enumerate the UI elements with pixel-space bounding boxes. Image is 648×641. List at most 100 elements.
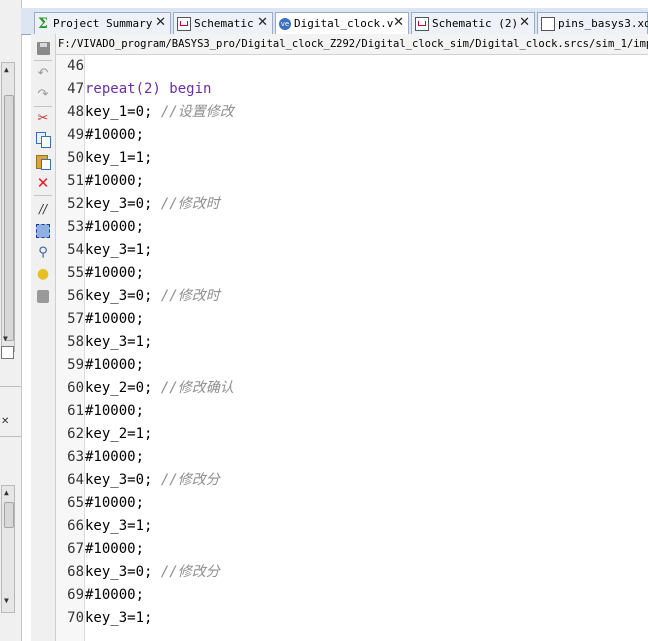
code-line[interactable]: 70 key_3=1; [56, 607, 648, 630]
code-line[interactable]: 66 key_3=1; [56, 515, 648, 538]
code-text: key_1=0; //设置修改 [85, 101, 234, 124]
code-text: key_3=1; [85, 331, 152, 354]
left-panel-scrollbar-2[interactable]: ▲ ▼ [1, 485, 15, 613]
code-line[interactable]: 58 key_3=1; [56, 331, 648, 354]
restore-icon[interactable] [1, 346, 14, 359]
code-text: key_1=1; [85, 147, 152, 170]
insert-template-icon[interactable] [35, 288, 51, 304]
code-text: key_3=1; [85, 239, 152, 262]
code-text: repeat(2) begin [85, 78, 211, 101]
code-statement: #10000; [85, 219, 145, 235]
code-text: #10000; [85, 216, 144, 239]
code-keyword: repeat(2) begin [85, 81, 212, 97]
scrollbar-thumb[interactable] [4, 95, 14, 341]
close-tab-icon[interactable]: ✕ [257, 15, 268, 30]
tab-label: pins_basys3.xdc [558, 17, 648, 30]
code-statement: #10000; [85, 311, 145, 327]
line-number: 61 [67, 403, 84, 419]
line-number: 58 [67, 334, 84, 350]
file-path-bar: F:/VIVADO_program/BASYS3_pro/Digital_clo… [56, 34, 648, 55]
line-number: 64 [67, 472, 84, 488]
editor-tab-bar: Σ Project Summary ✕ Schematic ✕ ve Digit… [21, 8, 648, 35]
code-line[interactable]: 48 key_1=0; //设置修改 [56, 101, 648, 124]
scroll-up-icon[interactable]: ▲ [4, 65, 9, 75]
tab-label: Digital_clock.v [294, 17, 394, 30]
cut-icon[interactable]: ✂ [35, 110, 51, 126]
redo-icon[interactable]: ↷ [35, 86, 51, 102]
code-line[interactable]: 52 key_3=0; //修改时 [56, 193, 648, 216]
scroll-down-icon[interactable]: ▼ [3, 334, 8, 344]
left-panel-scrollbar[interactable]: ▲ [1, 62, 15, 352]
select-all-icon[interactable] [35, 223, 51, 239]
line-number: 68 [67, 564, 84, 580]
close-tab-icon[interactable]: ✕ [393, 15, 404, 30]
line-number: 63 [67, 449, 84, 465]
copy-icon[interactable] [35, 131, 51, 148]
code-line[interactable]: 64 key_3=0; //修改分 [56, 469, 648, 492]
tab-label: Schematic [194, 17, 254, 30]
code-line[interactable]: 59 #10000; [56, 354, 648, 377]
code-comment: //修改时 [160, 196, 220, 212]
scroll-up-icon[interactable]: ▲ [4, 488, 9, 498]
tab-project-summary[interactable]: Σ Project Summary ✕ [34, 12, 171, 34]
save-icon[interactable] [35, 40, 51, 56]
find-icon[interactable]: ⚲ [35, 244, 51, 260]
tab-schematic-2[interactable]: Schematic (2) ✕ [411, 12, 535, 34]
code-line[interactable]: 68 key_3=0; //修改分 [56, 561, 648, 584]
undo-icon[interactable]: ↶ [35, 65, 51, 81]
code-editor[interactable]: 46 47 repeat(2) begin 48 key_1=0; //设置修改 49 #1… [56, 55, 648, 641]
code-line[interactable]: 69 #10000; [56, 584, 648, 607]
code-statement: key_3=1; [85, 518, 153, 534]
code-text: key_3=0; //修改时 [85, 285, 220, 308]
code-line[interactable]: 50 key_1=1; [56, 147, 648, 170]
code-line[interactable]: 61 #10000; [56, 400, 648, 423]
toolbar-separator [34, 195, 52, 196]
scroll-down-icon[interactable]: ▼ [4, 596, 9, 606]
verilog-file-icon: ve [279, 17, 291, 30]
comment-icon[interactable]: // [35, 201, 51, 217]
code-line[interactable]: 56 key_3=0; //修改时 [56, 285, 648, 308]
paste-icon[interactable] [35, 153, 51, 170]
code-comment: //修改分 [160, 472, 220, 488]
code-line[interactable]: 60 key_2=0; //修改确认 [56, 377, 648, 400]
code-line[interactable]: 51 #10000; [56, 170, 648, 193]
close-icon[interactable]: ✕ [1, 416, 9, 427]
code-text: #10000; [85, 354, 144, 377]
code-statement: #10000; [85, 495, 145, 511]
toolbar-separator [34, 106, 52, 107]
code-statement: #10000; [85, 403, 145, 419]
line-number: 54 [67, 242, 84, 258]
line-number: 46 [67, 58, 84, 74]
close-tab-icon[interactable]: ✕ [519, 15, 530, 30]
code-line[interactable]: 55 #10000; [56, 262, 648, 285]
code-comment: //修改确认 [160, 380, 234, 396]
panel-divider [0, 436, 21, 437]
code-line[interactable]: 67 #10000; [56, 538, 648, 561]
code-text: #10000; [85, 492, 144, 515]
line-number: 67 [67, 541, 84, 557]
code-line[interactable]: 53 #10000; [56, 216, 648, 239]
line-number: 65 [67, 495, 84, 511]
delete-icon[interactable]: ✕ [35, 174, 51, 192]
line-number: 56 [67, 288, 84, 304]
tab-schematic[interactable]: Schematic ✕ [173, 12, 273, 34]
code-line[interactable]: 57 #10000; [56, 308, 648, 331]
code-statement: #10000; [85, 127, 145, 143]
code-comment: //修改时 [160, 288, 220, 304]
schematic-icon [177, 16, 191, 31]
code-line[interactable]: 49 #10000; [56, 124, 648, 147]
line-number: 53 [67, 219, 84, 235]
tab-digital-clock-v[interactable]: ve Digital_clock.v ✕ [275, 12, 409, 34]
code-line[interactable]: 54 key_3=1; [56, 239, 648, 262]
code-line[interactable]: 62 key_2=1; [56, 423, 648, 446]
hint-bulb-icon[interactable]: ● [35, 266, 51, 282]
line-number: 62 [67, 426, 84, 442]
code-comment: //修改分 [160, 564, 220, 580]
code-line[interactable]: 46 [56, 55, 648, 78]
code-line[interactable]: 65 #10000; [56, 492, 648, 515]
close-tab-icon[interactable]: ✕ [155, 15, 166, 30]
tab-pins-basys3-xdc[interactable]: pins_basys3.xdc [537, 12, 648, 34]
code-line[interactable]: 63 #10000; [56, 446, 648, 469]
code-line[interactable]: 47 repeat(2) begin [56, 78, 648, 101]
scrollbar-thumb[interactable] [4, 502, 14, 528]
